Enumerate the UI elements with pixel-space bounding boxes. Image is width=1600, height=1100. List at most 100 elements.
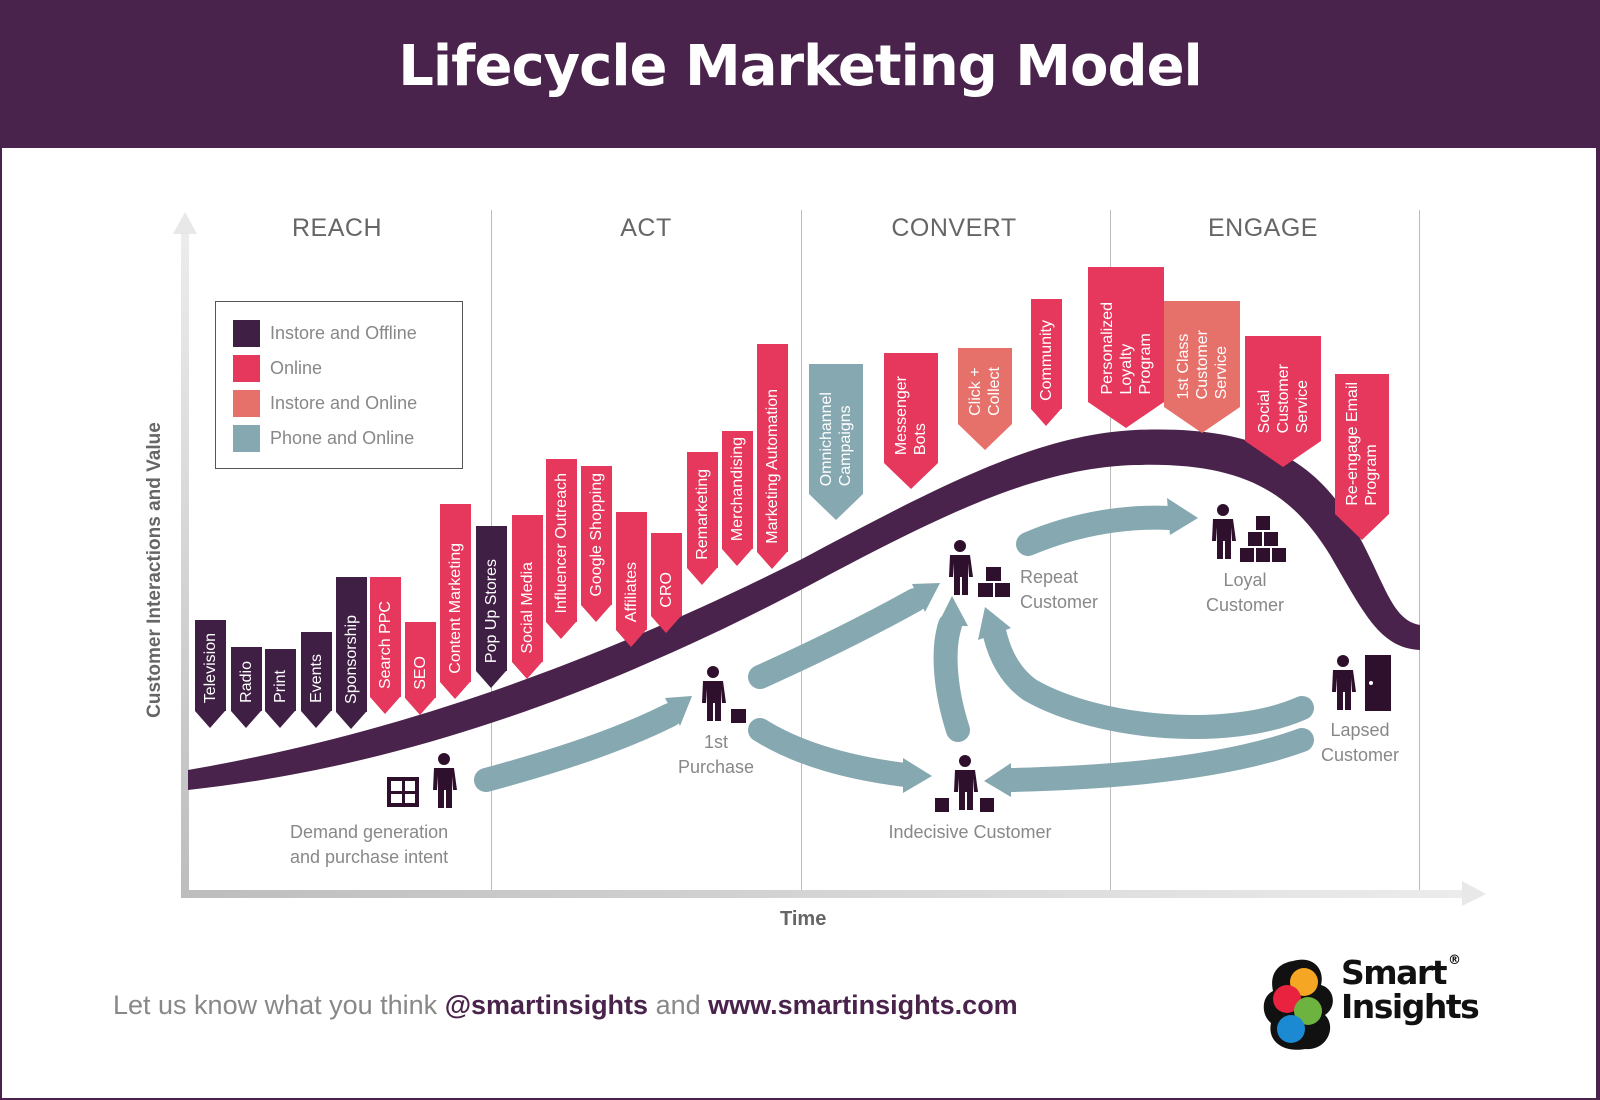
channel-flag: Click + Collect — [958, 348, 1012, 450]
twitter-handle-link[interactable]: @smartinsights — [445, 990, 648, 1020]
footer-prefix: Let us know what you think — [113, 990, 445, 1020]
channel-flag: Affiliates — [616, 512, 647, 656]
channel-flag: Events — [301, 632, 332, 737]
flag-label: Content Marketing — [447, 543, 464, 674]
channel-flag: Sponsorship — [336, 577, 367, 738]
channel-flag: Community — [1031, 299, 1062, 435]
flag-label: Marketing Automation — [764, 389, 781, 544]
flag-label: Print — [272, 670, 289, 703]
flag-pointer — [336, 712, 366, 729]
arrowhead-indecisive-right — [984, 763, 1011, 797]
flag-label: Search PPC — [377, 600, 394, 689]
arrow-first-purchase-to-repeat — [748, 588, 927, 689]
smart-insights-logo[interactable]: Smart ® Insights — [1263, 953, 1483, 1055]
flag-label: Google Shopping — [588, 473, 605, 597]
arrowhead-loyal — [1167, 498, 1198, 535]
y-axis — [173, 212, 197, 897]
stage-label-loyal: Loyal Customer — [1205, 570, 1285, 615]
flag-pointer — [809, 494, 863, 520]
legend-swatch — [233, 389, 260, 417]
y-axis-label: Customer Interactions and Value — [144, 422, 165, 718]
flag-label: Messenger Bots — [893, 375, 929, 455]
arrow-indecisive-to-repeat — [933, 613, 970, 742]
legend-swatch — [233, 424, 260, 452]
footer-text: Let us know what you think @smartinsight… — [113, 990, 1018, 1021]
channel-flag: SEO — [405, 622, 436, 724]
person-three-boxes-icon — [949, 540, 1010, 597]
legend-item-instore-offline: Instore and Offline — [233, 319, 417, 347]
flag-pointer — [1245, 441, 1321, 467]
flag-label: Community — [1038, 320, 1055, 401]
legend-label: Online — [270, 357, 323, 378]
channel-flag: Remarketing — [687, 452, 718, 594]
channel-flag: Messenger Bots — [884, 353, 938, 489]
channel-flag: Television — [195, 620, 226, 737]
flag-label: 1st Class Customer Service — [1174, 329, 1230, 399]
flag-pointer — [546, 622, 576, 639]
arrow-demand-to-first-purchase — [474, 703, 682, 792]
flag-pointer — [1088, 402, 1164, 428]
channel-flag: Social Media — [512, 515, 543, 688]
flag-label: Social Customer Service — [1255, 363, 1311, 433]
flag-pointer — [265, 711, 295, 728]
flag-label: Re-engage Email Program — [1344, 382, 1380, 506]
channel-flag: Omnichannel Campaigns — [809, 364, 863, 520]
flag-pointer — [512, 662, 542, 679]
legend-item-instore-online: Instore and Online — [233, 389, 417, 417]
flag-label: Omnichannel Campaigns — [818, 391, 854, 486]
person-window-icon — [387, 753, 457, 808]
arrow-lapsed-to-repeat — [983, 623, 1314, 739]
flag-label: Remarketing — [694, 469, 711, 560]
arrowhead-indecisive-left — [903, 758, 932, 793]
flag-pointer — [370, 697, 400, 714]
person-box-pyramid-icon — [1212, 504, 1286, 562]
flag-pointer — [301, 711, 331, 728]
channel-flag: Marketing Automation — [757, 344, 788, 578]
channel-flag: Influencer Outreach — [546, 459, 577, 648]
flag-label: Affiliates — [623, 561, 640, 622]
channel-flag: Google Shopping — [581, 466, 612, 631]
flag-label: SEO — [412, 656, 429, 690]
legend-label: Instore and Offline — [270, 322, 417, 343]
x-axis — [181, 881, 1486, 906]
person-two-boxes-icon — [935, 755, 994, 812]
channel-flag: Re-engage Email Program — [1335, 374, 1389, 540]
channel-flag: 1st Class Customer Service — [1164, 301, 1240, 433]
stage-label-first-purchase: 1st Purchase — [677, 732, 755, 777]
flag-label: Events — [308, 654, 325, 703]
stage-label-demand: Demand generation and purchase intent — [290, 822, 449, 867]
flag-pointer — [195, 711, 225, 728]
legend-label: Instore and Online — [270, 392, 418, 413]
flag-label: Radio — [238, 661, 255, 703]
diagram-stage: REACH ACT CONVERT ENGAGE Customer Intera… — [0, 0, 1600, 1100]
flag-pointer — [958, 424, 1012, 450]
flag-label: Influencer Outreach — [553, 473, 570, 614]
diagram-svg — [173, 212, 1486, 906]
person-door-icon — [1332, 655, 1391, 711]
flag-pointer — [405, 698, 435, 715]
flag-label: CRO — [658, 572, 675, 608]
channel-flag: Search PPC — [370, 577, 401, 723]
channel-flag: Pop Up Stores — [476, 526, 507, 697]
flag-pointer — [687, 568, 717, 585]
person-one-box-icon — [702, 666, 746, 723]
arrow-first-purchase-to-indecisive — [748, 718, 917, 787]
channel-flag: Merchandising — [722, 431, 753, 575]
flag-label: Pop Up Stores — [483, 558, 500, 663]
flag-pointer — [231, 711, 261, 728]
stage-label-repeat: Repeat Customer — [1020, 567, 1099, 612]
logo-mark-icon — [1263, 959, 1333, 1050]
flag-pointer — [1335, 514, 1389, 540]
flag-label: Social Media — [519, 562, 536, 654]
flag-pointer — [581, 605, 611, 622]
channel-flag: Content Marketing — [440, 504, 471, 708]
flag-label: Click + Collect — [967, 367, 1003, 416]
channel-flag: Print — [265, 649, 296, 737]
legend-label: Phone and Online — [270, 427, 415, 448]
channel-flag: Personalized Loyalty Program — [1088, 267, 1164, 428]
legend: Instore and Offline Online Instore and O… — [215, 301, 463, 469]
flag-label: Sponsorship — [343, 615, 360, 704]
flag-label: Television — [202, 632, 219, 703]
website-link[interactable]: www.smartinsights.com — [708, 990, 1018, 1020]
flag-pointer — [884, 463, 938, 489]
